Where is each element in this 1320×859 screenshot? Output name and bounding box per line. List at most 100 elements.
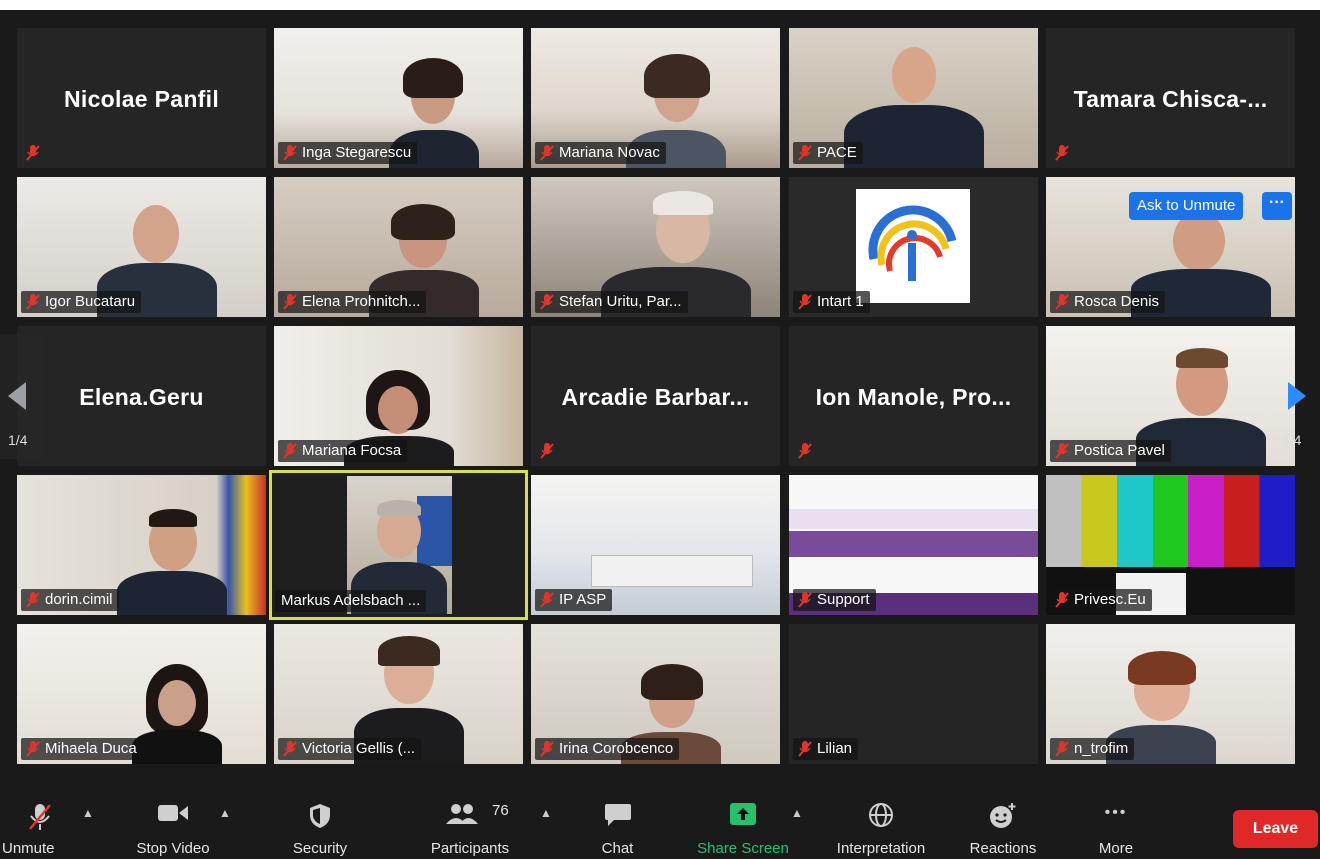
muted-mic-icon	[283, 145, 297, 161]
participant-name-label: Support	[793, 589, 876, 611]
muted-mic-icon	[1055, 443, 1069, 459]
participant-tile[interactable]: Tamara Chisca-...	[1046, 28, 1295, 168]
intart-logo	[856, 189, 970, 303]
participant-tile[interactable]: Stefan Uritu, Par...	[531, 177, 780, 317]
participant-name-label: Igor Bucataru	[21, 291, 142, 313]
participant-video	[844, 33, 984, 168]
muted-mic-icon	[1055, 145, 1069, 161]
participant-name: Elena Prohnitch...	[302, 293, 421, 310]
participant-tile[interactable]: Elena Prohnitch...	[274, 177, 523, 317]
participant-tile[interactable]: Mariana Focsa	[274, 326, 523, 466]
share-screen-button[interactable]: Share Screen	[688, 780, 798, 859]
participant-name: Victoria Gellis (...	[302, 740, 416, 757]
interpretation-button[interactable]: Interpretation	[818, 780, 944, 859]
reactions-label: Reactions	[969, 840, 1037, 857]
muted-microphone-icon	[29, 804, 51, 830]
participant-tile[interactable]: Victoria Gellis (...	[274, 624, 523, 764]
participant-tile[interactable]: Igor Bucataru	[17, 177, 266, 317]
participant-tile[interactable]: Mariana Novac	[531, 28, 780, 168]
participant-tile[interactable]: Lilian	[789, 624, 1038, 764]
participant-name: Intart 1	[817, 293, 864, 310]
chat-label: Chat	[601, 840, 634, 857]
muted-mic-icon	[283, 443, 297, 459]
participant-name-label: Elena Prohnitch...	[278, 291, 427, 313]
audio-options-caret[interactable]: ▲	[82, 806, 94, 820]
share-options-caret[interactable]: ▲	[791, 806, 803, 820]
participant-name: IP ASP	[559, 591, 607, 608]
participant-name: Tamara Chisca-...	[1073, 86, 1268, 112]
chat-bubble-icon	[604, 804, 631, 826]
muted-mic-icon	[283, 741, 297, 757]
participant-name-label: PACE	[793, 142, 863, 164]
security-button[interactable]: Security	[275, 780, 365, 859]
muted-mic-icon	[540, 741, 554, 757]
participant-name: PACE	[817, 144, 857, 161]
participant-name: Nicolae Panfil	[63, 86, 220, 112]
share-screen-icon	[730, 803, 756, 825]
meeting-toolbar: Unmute ▲ Stop Video ▲ Security 76 Partic…	[0, 780, 1320, 859]
video-camera-icon	[158, 805, 188, 821]
smiley-plus-icon	[990, 803, 1016, 828]
participant-name: Elena.Geru	[79, 384, 204, 410]
muted-mic-icon	[26, 741, 40, 757]
muted-mic-icon	[1055, 294, 1069, 310]
participant-name-label: Rosca Denis	[1050, 291, 1166, 313]
video-options-caret[interactable]: ▲	[219, 806, 231, 820]
participant-name-label: Stefan Uritu, Par...	[535, 291, 688, 313]
participant-tile[interactable]: IP ASP	[531, 475, 780, 615]
participant-tile[interactable]: PACE	[789, 28, 1038, 168]
participant-name-label: IP ASP	[535, 589, 613, 611]
participant-tile[interactable]: Postica Pavel	[1046, 326, 1295, 466]
leave-button[interactable]: Leave	[1233, 810, 1318, 848]
participant-name: Arcadie Barbar...	[561, 384, 750, 410]
stop-video-button[interactable]: Stop Video	[118, 780, 228, 859]
muted-mic-icon	[540, 443, 554, 459]
muted-mic-icon	[540, 294, 554, 310]
participant-tile[interactable]: Arcadie Barbar...	[531, 326, 780, 466]
muted-mic-icon	[798, 443, 812, 459]
participant-name-label: Victoria Gellis (...	[278, 738, 422, 760]
participant-name: Igor Bucataru	[45, 293, 136, 310]
reactions-button[interactable]: Reactions	[958, 780, 1048, 859]
participant-tile[interactable]: Privesc.Eu	[1046, 475, 1295, 615]
tile-more-button[interactable]: ···	[1262, 192, 1292, 220]
page-indicator-left: 1/4	[8, 432, 28, 448]
participant-tile[interactable]: Markus Adelsbach ...	[269, 470, 528, 620]
more-button[interactable]: ••• More	[1074, 780, 1158, 859]
ask-to-unmute-button[interactable]: Ask to Unmute	[1129, 192, 1244, 220]
participant-name: Mariana Focsa	[302, 442, 402, 459]
participant-tile[interactable]: Support	[789, 475, 1038, 615]
unmute-button[interactable]: Unmute	[0, 780, 80, 859]
participant-name: Markus Adelsbach ...	[281, 592, 421, 609]
participant-tile[interactable]: Elena.Geru	[17, 326, 266, 466]
participant-tile[interactable]: dorin.cimil	[17, 475, 266, 615]
participant-name-label: Postica Pavel	[1050, 440, 1171, 462]
color-bars	[1046, 475, 1295, 567]
participant-tile[interactable]: Inga Stegarescu	[274, 28, 523, 168]
participant-name: Postica Pavel	[1074, 442, 1165, 459]
chat-button[interactable]: Chat	[580, 780, 655, 859]
participant-tile[interactable]: Irina Corobcenco	[531, 624, 780, 764]
participant-tile[interactable]: Intart 1	[789, 177, 1038, 317]
participant-tile[interactable]: Nicolae Panfil	[17, 28, 266, 168]
participant-tile[interactable]: Mihaela Duca	[17, 624, 266, 764]
more-dots-icon: •••	[1104, 804, 1128, 821]
participant-name: Support	[817, 591, 870, 608]
conference-room	[591, 555, 753, 587]
muted-mic-icon	[26, 145, 40, 161]
participants-icon	[445, 804, 478, 824]
more-label: More	[1098, 840, 1134, 857]
muted-mic-icon	[1055, 592, 1069, 608]
share-screen-label: Share Screen	[697, 840, 789, 857]
participant-tile[interactable]: Ion Manole, Pro...	[789, 326, 1038, 466]
participant-tile[interactable]: n_trofim	[1046, 624, 1295, 764]
participant-name: Mariana Novac	[559, 144, 660, 161]
stop-video-label: Stop Video	[136, 840, 210, 857]
participants-button[interactable]: 76 Participants	[410, 780, 530, 859]
participants-options-caret[interactable]: ▲	[540, 806, 552, 820]
muted-mic-icon	[798, 294, 812, 310]
participant-name-label: Lilian	[793, 738, 859, 760]
participant-video	[132, 664, 222, 764]
participant-name: Lilian	[817, 740, 853, 757]
muted-mic-icon	[540, 145, 554, 161]
